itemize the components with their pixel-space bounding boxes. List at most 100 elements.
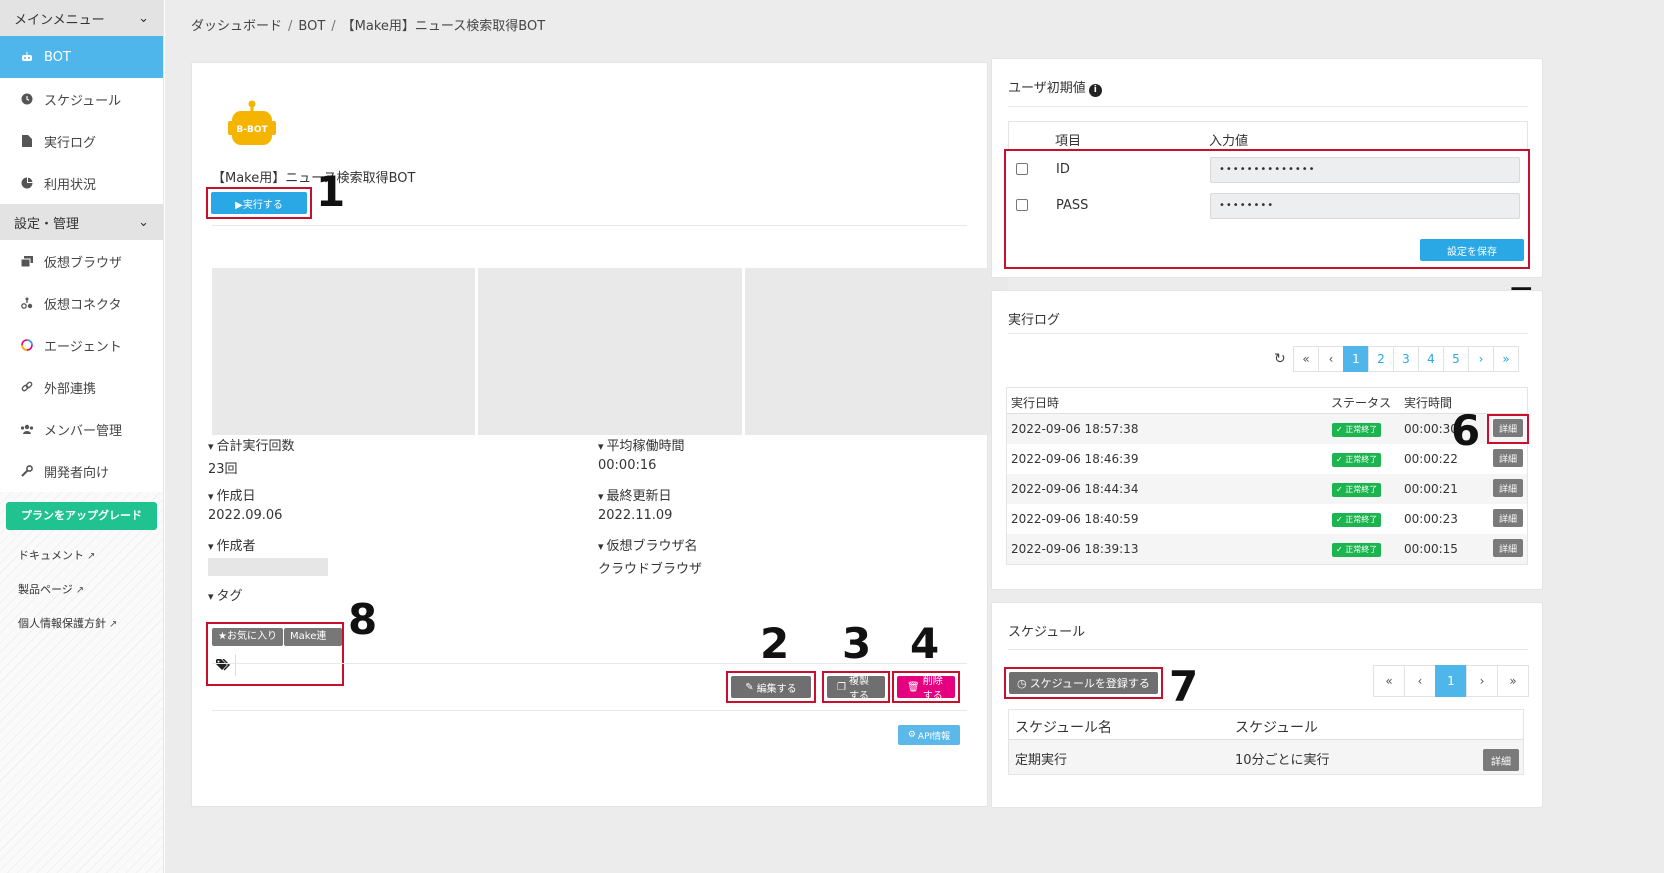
info-icon[interactable]: i: [1088, 84, 1102, 97]
edit-button[interactable]: ✎ 編集する: [731, 676, 811, 698]
marker-4: 4: [910, 619, 940, 668]
link-icon: [18, 381, 36, 393]
page-3[interactable]: 3: [1393, 346, 1419, 372]
detail-button[interactable]: 詳細: [1493, 479, 1523, 497]
schedule-table: スケジュール名 スケジュール 定期実行 10分ごとに実行 詳細: [1008, 709, 1524, 775]
user-initial-values-card: ユーザ初期値 i 項目 入力値 ID •••••••••••••• PASS ••…: [991, 58, 1543, 278]
sidebar-item-usage[interactable]: 利用状況: [0, 162, 163, 204]
page-prev[interactable]: ‹: [1318, 346, 1344, 372]
product-page-link[interactable]: 製品ページ ↗: [0, 572, 163, 606]
user-initial-values-highlight: ID •••••••••••••• PASS •••••••• 設定を保存: [1004, 149, 1530, 269]
sidebar-item-virtual-browser[interactable]: 仮想ブラウザ: [0, 240, 163, 282]
log-date: 2022-09-06 18:40:59: [1011, 512, 1139, 526]
log-duration: 00:00:15: [1404, 542, 1458, 556]
copy-icon: ❐: [837, 681, 846, 693]
sidebar-item-developers[interactable]: 開発者向け: [0, 450, 163, 492]
col-status: ステータス: [1331, 396, 1392, 410]
pass-password-field[interactable]: ••••••••: [1210, 193, 1520, 219]
page-1[interactable]: 1: [1435, 665, 1467, 697]
tag-favorite[interactable]: ★お気に入り: [212, 628, 283, 646]
table-row: 2022-09-06 18:57:38 ✓ 正常終了 00:00:30 詳細: [1007, 414, 1529, 444]
run-button[interactable]: ▶実行する: [211, 192, 307, 214]
virtual-browser-value: クラウドブラウザ: [598, 562, 703, 577]
edit-highlight: ✎ 編集する: [726, 671, 816, 703]
delete-button[interactable]: 🗑 削除する: [897, 676, 955, 702]
main-content: ダッシュボード / BOT / 【Make用】ニュース検索取得BOT B-BOT 【Ma…: [165, 0, 1664, 873]
copy-highlight: ❐ 複製する: [822, 671, 890, 703]
breadcrumb-bot[interactable]: BOT: [298, 19, 325, 34]
created-date-label: 作成日: [208, 485, 282, 504]
sidebar-item-schedule[interactable]: スケジュール: [0, 78, 163, 120]
sidebar-item-bot[interactable]: BOT: [0, 36, 163, 78]
privacy-policy-link[interactable]: 個人情報保護方針 ↗: [0, 606, 163, 640]
sidebar-item-virtual-connector[interactable]: 仮想コネクタ: [0, 282, 163, 324]
detail-button[interactable]: 詳細: [1493, 539, 1523, 557]
col-value: 入力値: [1209, 134, 1249, 149]
tags-section: タグ: [208, 585, 243, 604]
register-schedule-button[interactable]: ◷ スケジュールを登録する: [1009, 672, 1158, 694]
clock-icon: [18, 93, 36, 105]
page-next[interactable]: ›: [1466, 665, 1498, 697]
table-row: 2022-09-06 18:40:59 ✓ 正常終了 00:00:23 詳細: [1007, 504, 1527, 534]
page-last[interactable]: »: [1493, 346, 1519, 372]
refresh-icon[interactable]: ↻: [1274, 351, 1286, 367]
status-text: 正常終了: [1345, 545, 1378, 554]
sidebar-item-exec-log[interactable]: 実行ログ: [0, 120, 163, 162]
wrench-icon: [18, 465, 36, 477]
detail-button[interactable]: 詳細: [1493, 419, 1523, 437]
settings-menu-header[interactable]: 設定・管理 ⌄: [0, 204, 163, 240]
screenshot-placeholder[interactable]: [212, 268, 476, 435]
page-4[interactable]: 4: [1418, 346, 1444, 372]
breadcrumb: ダッシュボード / BOT / 【Make用】ニュース検索取得BOT: [191, 19, 546, 34]
main-menu-label: メインメニュー: [14, 12, 105, 28]
page-prev[interactable]: ‹: [1404, 665, 1436, 697]
page-1[interactable]: 1: [1343, 346, 1369, 372]
screenshot-placeholder[interactable]: [744, 268, 1008, 435]
log-date: 2022-09-06 18:39:13: [1011, 542, 1139, 556]
page-next[interactable]: ›: [1468, 346, 1494, 372]
log-duration: 00:00:23: [1404, 512, 1458, 526]
delete-highlight: 🗑 削除する: [892, 671, 960, 703]
tag-make[interactable]: Make連携: [284, 628, 342, 660]
page-first[interactable]: «: [1293, 346, 1319, 372]
status-text: 正常終了: [1345, 485, 1378, 494]
detail-button[interactable]: 詳細: [1493, 449, 1523, 467]
upgrade-plan-button[interactable]: プランをアップグレード: [6, 502, 157, 530]
page-5[interactable]: 5: [1443, 346, 1469, 372]
breadcrumb-dashboard[interactable]: ダッシュボード: [191, 19, 282, 34]
row-checkbox[interactable]: [1016, 199, 1028, 211]
table-row: 定期実行 10分ごとに実行 詳細: [1009, 740, 1523, 774]
copy-button[interactable]: ❐ 複製する: [827, 676, 885, 702]
sidebar-item-members[interactable]: メンバー管理: [0, 408, 163, 450]
row-checkbox[interactable]: [1016, 163, 1028, 175]
sidebar-item-agent[interactable]: エージェント: [0, 324, 163, 366]
sidebar-item-external-link[interactable]: 外部連携: [0, 366, 163, 408]
status-badge: ✓ 正常終了: [1332, 543, 1382, 557]
detail-button[interactable]: 詳細: [1493, 509, 1523, 527]
sidebar-item-label: 仮想ブラウザ: [44, 255, 123, 271]
page-first[interactable]: «: [1373, 665, 1405, 697]
page-2[interactable]: 2: [1368, 346, 1394, 372]
api-info-button[interactable]: ⚙ API情報: [898, 725, 960, 745]
run-highlight: ▶実行する: [206, 187, 312, 219]
divider: [1008, 333, 1528, 334]
page-last[interactable]: »: [1497, 665, 1529, 697]
documents-link[interactable]: ドキュメント ↗: [0, 538, 163, 572]
exec-log-body: 2022-09-06 18:57:38 ✓ 正常終了 00:00:30 詳細 2…: [1007, 414, 1529, 564]
screenshot-placeholder[interactable]: [478, 268, 742, 435]
file-icon: [18, 135, 36, 147]
table-row: 2022-09-06 18:39:13 ✓ 正常終了 00:00:15 詳細: [1007, 534, 1527, 564]
log-date: 2022-09-06 18:44:34: [1011, 482, 1139, 496]
robot-icon: [18, 52, 36, 62]
main-menu-header[interactable]: メインメニュー ⌄: [0, 0, 163, 36]
id-password-field[interactable]: ••••••••••••••: [1210, 157, 1520, 183]
edit-label: 編集する: [756, 683, 797, 695]
user-initial-values-title: ユーザ初期値 i: [1008, 77, 1102, 97]
marker-6: 6: [1451, 406, 1481, 455]
copy-label: 複製する: [848, 676, 869, 702]
detail-button[interactable]: 詳細: [1483, 749, 1519, 771]
log-duration: 00:00:22: [1404, 452, 1458, 466]
tags-icon[interactable]: [212, 654, 236, 676]
save-settings-button[interactable]: 設定を保存: [1420, 239, 1524, 261]
col-time: 実行時間: [1404, 396, 1453, 410]
